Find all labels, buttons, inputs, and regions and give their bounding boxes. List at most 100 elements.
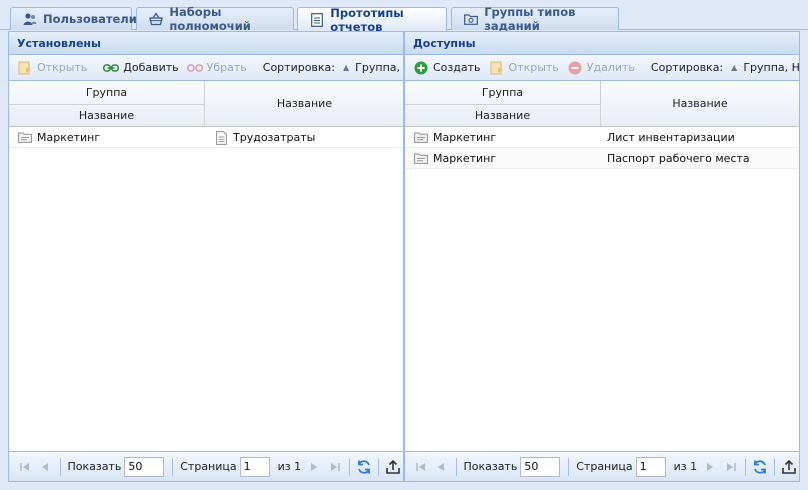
available-show-label: Показать [463,460,518,473]
available-create-button[interactable]: Создать [409,58,485,78]
export-icon[interactable] [383,456,403,478]
next-page-icon[interactable] [304,456,324,478]
installed-of-label: из 1 [277,460,302,473]
pager-separator [172,457,174,476]
available-page-input[interactable] [635,456,666,477]
refresh-icon[interactable] [750,456,770,478]
table-row[interactable]: Маркетинг Лист инвентаризации [405,127,799,148]
folder-group-icon [413,151,429,167]
open-report-icon [17,60,33,76]
row-name-label: Трудозатраты [233,131,316,144]
available-toolbar: Создать Открыть Удалить Сортировка: ▲ Гр… [405,55,799,81]
installed-open-button[interactable]: Открыть [13,58,91,78]
available-open-button[interactable]: Открыть [485,58,563,78]
available-grid-header: Группа Название Название [405,81,799,127]
first-page-icon[interactable] [15,456,35,478]
available-delete-button[interactable]: Удалить [563,58,639,78]
folder-group-icon [17,130,33,146]
available-col-name[interactable]: Название [601,81,799,126]
available-pager: Показать Страница из 1 [405,451,799,481]
installed-add-button[interactable]: Добавить [99,58,182,78]
row-group-label: Маркетинг [37,131,101,144]
installed-col-group-name[interactable]: Название [9,104,205,126]
installed-col-group[interactable]: Группа [9,81,205,104]
installed-page-input[interactable] [239,456,270,477]
report-doc-icon [213,130,229,146]
pager-separator [568,457,570,476]
refresh-icon[interactable] [354,456,374,478]
installed-remove-button[interactable]: Убрать [183,58,251,78]
available-sort-chip[interactable]: ▲ Группа, Название [727,61,799,74]
tab-bar: Пользователи Наборы полномочий Прототипы… [0,0,808,34]
next-page-icon[interactable] [700,456,720,478]
installed-toolbar: Открыть Добавить Убрать Сортировка: ▲ Гр… [9,55,403,81]
installed-sort-chip[interactable]: ▲ Группа, Название [339,61,403,74]
row-name-cell: Паспорт рабочего места [607,152,750,165]
available-of-label: из 1 [673,460,698,473]
task-group-icon [464,11,478,27]
row-group-cell: Маркетинг [413,127,496,148]
available-sort-value: Группа, Название [743,61,799,74]
prev-page-icon[interactable] [431,456,451,478]
report-icon [310,12,324,28]
tab-report-prototypes[interactable]: Прототипы отчетов [297,5,447,34]
row-group-label: Маркетинг [433,152,497,165]
available-page-size-input[interactable] [520,456,561,477]
sort-asc-icon: ▲ [731,63,738,72]
available-page-label: Страница [576,460,633,473]
pager-separator [377,457,379,476]
pager-separator [744,457,746,476]
pager-separator [59,457,61,476]
installed-pager: Показать Страница из 1 [9,451,403,481]
tab-task-type-groups[interactable]: Группы типов заданий [451,5,619,33]
main-area: Установлены Открыть Добавить Убрать Сорт… [8,31,800,482]
table-row[interactable]: Маркетинг Трудозатраты [9,127,403,148]
first-page-icon[interactable] [411,456,431,478]
available-panel-title: Доступны [405,32,799,55]
installed-page-size-input[interactable] [124,456,165,477]
available-panel: Доступны Создать Открыть Удалить Сортиро… [405,32,799,481]
row-group-cell: Маркетинг [413,148,496,169]
pager-separator [773,457,775,476]
installed-sort-label: Сортировка: [262,61,336,74]
available-col-group-name[interactable]: Название [405,104,601,126]
tab-report-prototypes-label: Прототипы отчетов [330,5,404,34]
installed-page-label: Страница [180,460,237,473]
installed-show-label: Показать [67,460,122,473]
basket-icon [149,11,164,27]
last-page-icon[interactable] [324,456,344,478]
installed-grid-header: Группа Название Название [9,81,403,127]
pager-separator [348,457,350,476]
row-group-label: Маркетинг [433,131,497,144]
available-create-label: Создать [433,61,481,74]
link-add-icon [103,60,120,76]
installed-col-name[interactable]: Название [205,81,404,126]
available-col-group[interactable]: Группа [405,81,601,104]
pager-separator [455,457,457,476]
tab-permission-sets-label: Наборы полномочий [169,5,251,33]
tab-users[interactable]: Пользователи [10,7,137,30]
installed-panel: Установлены Открыть Добавить Убрать Сорт… [9,32,404,481]
row-name-cell: Лист инвентаризации [607,131,735,144]
table-row[interactable]: Маркетинг Паспорт рабочего места [405,148,799,169]
sort-asc-icon: ▲ [343,63,350,72]
users-icon [23,11,37,27]
prev-page-icon[interactable] [35,456,55,478]
minus-circle-icon [567,60,583,76]
installed-sort-value: Группа, Название [355,61,403,74]
available-sort-label: Сортировка: [650,61,724,74]
installed-panel-title: Установлены [9,32,403,55]
tab-permission-sets[interactable]: Наборы полномочий [136,5,294,33]
tab-users-label: Пользователи [43,12,137,26]
row-name-cell: Трудозатраты [213,127,315,148]
export-icon[interactable] [779,456,799,478]
unlink-icon [186,60,203,76]
folder-group-icon [413,130,429,146]
open-report-icon [489,60,505,76]
installed-remove-label: Убрать [206,61,247,74]
installed-add-label: Добавить [123,61,179,74]
plus-circle-icon [413,60,429,76]
available-open-label: Открыть [508,61,559,74]
last-page-icon[interactable] [720,456,740,478]
window-edge [800,30,808,490]
